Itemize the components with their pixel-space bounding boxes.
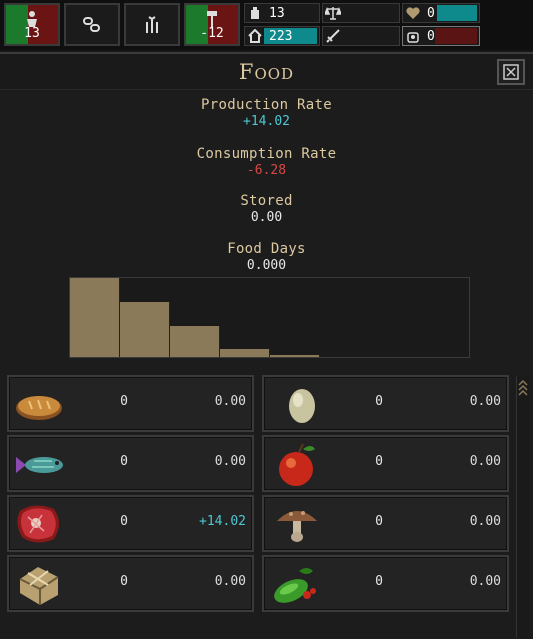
food-days-metric: Food Days 0.000 [0, 241, 533, 273]
food-days-histogram [69, 277, 470, 358]
population-count: 13 [24, 26, 40, 41]
wheat-button[interactable] [124, 3, 180, 46]
food-card-meat[interactable]: 0 +14.02 [7, 495, 254, 552]
food-days-value: 0.000 [246, 258, 287, 273]
panel-title: Food [238, 60, 295, 84]
food-amount: 0 [375, 394, 383, 409]
food-card-apple[interactable]: 0 0.00 [262, 435, 509, 492]
production-value: +14.02 [243, 114, 290, 129]
house-icon [245, 27, 265, 45]
production-metric: Production Rate +14.02 [0, 97, 533, 129]
apple-icon [279, 443, 315, 486]
food-rate: 0.00 [214, 394, 246, 409]
egg-icon [289, 389, 315, 423]
histogram-bar [70, 278, 120, 357]
happiness-fill [435, 28, 477, 44]
health-stat[interactable]: 0 [402, 3, 480, 23]
happiness-stat[interactable]: 0 [402, 26, 480, 46]
meat-icon [17, 505, 59, 543]
food-card-package[interactable]: 0 0.00 [7, 555, 254, 612]
scrollbar[interactable] [516, 376, 529, 638]
justice-stat[interactable] [322, 3, 400, 23]
food-card-vegetables[interactable]: 0 0.00 [262, 555, 509, 612]
food-amount: 0 [120, 394, 128, 409]
food-card-mushroom[interactable]: 0 0.00 [262, 495, 509, 552]
histogram-bar [120, 302, 170, 357]
food-rate: 0.00 [214, 574, 246, 589]
panel-header: Food [0, 52, 533, 90]
fish-icon [16, 457, 63, 473]
food-amount: 0 [375, 574, 383, 589]
population-button[interactable]: 13 [4, 3, 60, 46]
food-rate: 0.00 [214, 454, 246, 469]
close-icon [503, 64, 519, 80]
scroll-up-icon [518, 379, 528, 396]
vegetables-icon [274, 568, 316, 603]
food-amount: 0 [120, 574, 128, 589]
food-rate: 0.00 [469, 454, 501, 469]
worker-balance: -12 [200, 26, 224, 41]
health-fill [437, 5, 477, 21]
food-card-fish[interactable]: 0 0.00 [7, 435, 254, 492]
food-days-label: Food Days [227, 241, 306, 257]
mushroom-icon [277, 511, 317, 542]
sword-icon [323, 27, 343, 45]
close-button[interactable] [497, 59, 525, 85]
pot-icon [403, 27, 423, 45]
package-icon [19, 567, 59, 605]
population-stat[interactable]: 13 [244, 3, 320, 23]
food-rate: 0.00 [469, 574, 501, 589]
consumption-metric: Consumption Rate -6.28 [0, 146, 533, 178]
consumption-value: -6.28 [246, 163, 287, 178]
top-status-bar: 13 -12 13 223 0 0 [0, 0, 533, 50]
housing-stat[interactable]: 223 [244, 26, 320, 46]
jug-icon [245, 4, 265, 22]
heart-icon [403, 4, 423, 22]
scales-icon [323, 4, 343, 22]
food-amount: 0 [120, 454, 128, 469]
hammer-button[interactable]: -12 [184, 3, 240, 46]
stored-metric: Stored 0.00 [0, 193, 533, 225]
food-amount: 0 [120, 514, 128, 529]
stored-value: 0.00 [250, 210, 283, 225]
histogram-bar [270, 355, 320, 357]
chain-icon [83, 17, 100, 32]
food-amount: 0 [375, 454, 383, 469]
chain-button[interactable] [64, 3, 120, 46]
histogram-bar [220, 349, 270, 357]
food-rate: 0.00 [469, 514, 501, 529]
production-label: Production Rate [201, 97, 332, 113]
food-card-egg[interactable]: 0 0.00 [262, 375, 509, 432]
bread-icon [16, 396, 62, 420]
consumption-label: Consumption Rate [196, 146, 337, 162]
food-rate: 0.00 [469, 394, 501, 409]
food-card-bread[interactable]: 0 0.00 [7, 375, 254, 432]
food-amount: 0 [375, 514, 383, 529]
histogram-bar [170, 326, 220, 357]
stored-label: Stored [240, 193, 293, 209]
wheat-icon [146, 16, 158, 33]
food-rate: +14.02 [199, 514, 246, 529]
military-stat[interactable] [322, 26, 400, 46]
